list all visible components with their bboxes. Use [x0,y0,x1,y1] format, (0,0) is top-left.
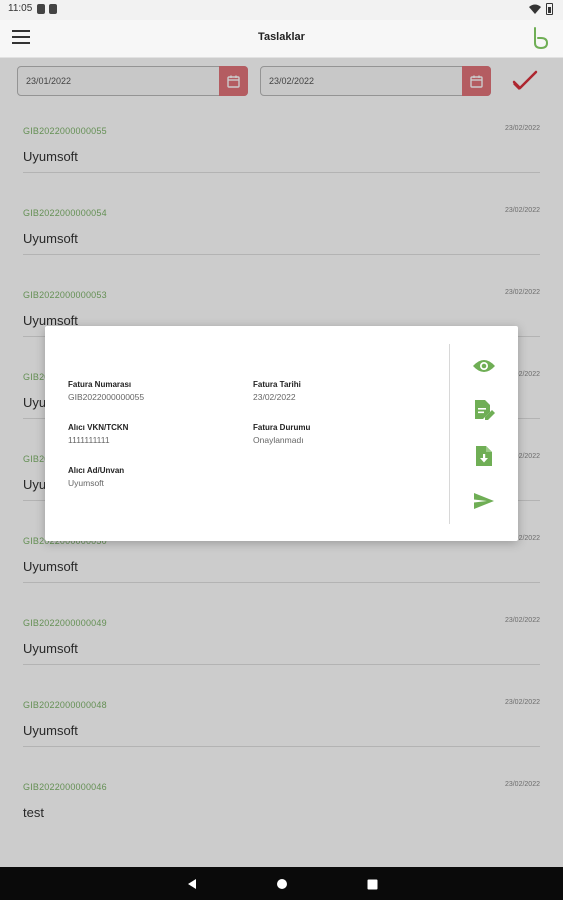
app-logo-icon[interactable] [531,26,551,50]
vertical-divider [449,344,450,524]
invoice-date-label: Fatura Tarihi [253,380,301,389]
invoice-number-value: GIB2022000000055 [68,392,145,402]
invoice-status-value: Onaylanmadı [253,435,304,445]
home-icon [277,879,287,889]
back-icon [188,879,196,889]
sim-icon [37,4,45,14]
eye-icon [473,360,495,372]
wifi-icon [529,4,541,14]
notification-icons [37,4,57,14]
status-time: 11:05 [8,3,33,14]
system-nav-bar [0,867,563,900]
send-button[interactable] [471,488,497,514]
invoice-date-value: 23/02/2022 [253,392,296,402]
page-title: Taslaklar [258,31,305,43]
view-button[interactable] [471,353,497,379]
status-bar: 11:05 [0,0,563,20]
tax-id-value: 1111111111 [68,435,110,445]
tax-id-label: Alıcı VKN/TCKN [68,423,129,432]
invoice-number-label: Fatura Numarası [68,380,132,389]
edit-document-icon [475,400,495,420]
storage-icon [49,4,57,14]
recents-icon [367,879,377,889]
system-icons [529,3,553,15]
recipient-label: Alıcı Ad/Unvan [68,466,125,475]
battery-icon [546,3,553,15]
app-bar: Taslaklar [0,20,563,58]
invoice-detail-dialog: Fatura Numarası GIB2022000000055 Fatura … [45,326,518,541]
recents-button[interactable] [364,876,380,892]
invoice-status-label: Fatura Durumu [253,423,311,432]
download-button[interactable] [471,443,497,469]
recipient-value: Uyumsoft [68,478,104,488]
send-icon [474,493,494,509]
home-button[interactable] [274,876,290,892]
download-document-icon [476,446,492,466]
back-button[interactable] [184,876,200,892]
edit-button[interactable] [471,398,497,424]
